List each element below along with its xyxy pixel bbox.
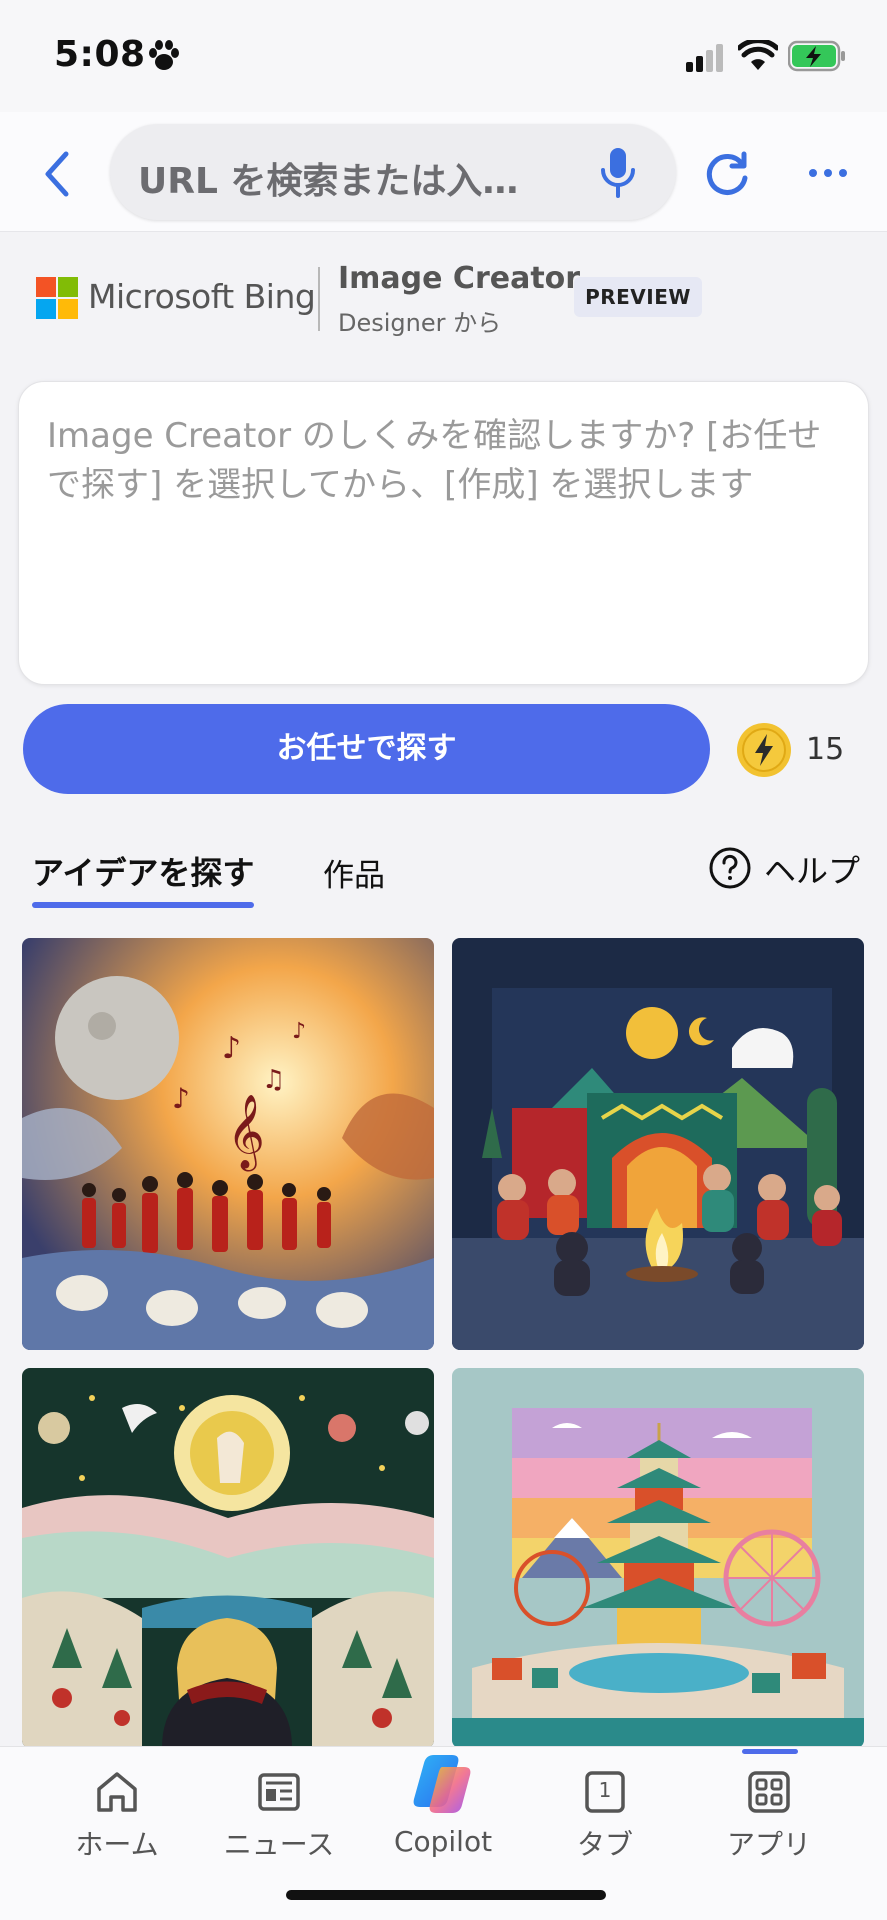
back-arrow-icon[interactable] — [40, 150, 74, 198]
prompt-input[interactable]: Image Creator のしくみを確認しますか? [お任せで探す] を選択し… — [18, 381, 869, 685]
gallery-tile-campfire[interactable] — [452, 938, 864, 1350]
tab-creations[interactable]: 作品 — [323, 850, 385, 895]
gallery-tile-concert[interactable]: ♪ ♫ ♪ 𝄞 ♪ — [22, 938, 434, 1350]
tab-explore-ideas[interactable]: アイデアを探す — [32, 848, 254, 894]
nav-copilot[interactable]: Copilot — [378, 1747, 508, 1858]
nav-home-label: ホーム — [75, 1828, 159, 1861]
nav-news[interactable]: ニュース — [214, 1769, 344, 1863]
nav-home[interactable]: ホーム — [52, 1769, 182, 1863]
help-label: ヘルプ — [764, 852, 861, 890]
nav-tabs-label: タブ — [576, 1828, 633, 1861]
more-options-icon[interactable] — [806, 166, 850, 180]
home-indicator — [286, 1890, 606, 1900]
address-bar[interactable]: URL を検索または入… — [110, 124, 676, 220]
status-bar: 5:08 — [0, 0, 887, 112]
felt-campfire-village-image — [452, 938, 864, 1350]
copilot-icon — [413, 1755, 471, 1813]
svg-text:♪: ♪ — [292, 1019, 306, 1044]
cellular-signal-icon — [686, 44, 723, 72]
preview-badge: PREVIEW — [574, 277, 702, 317]
app-subtitle: Designer から — [338, 309, 502, 337]
nav-news-label: ニュース — [223, 1828, 335, 1861]
microsoft-logo-icon — [36, 277, 78, 319]
gallery-tile-night-sky[interactable] — [22, 1368, 434, 1748]
nav-apps-label: アプリ — [726, 1828, 811, 1861]
status-time: 5:08 — [54, 34, 146, 75]
svg-text:♪: ♪ — [172, 1082, 190, 1115]
header-divider — [318, 267, 320, 331]
nav-apps[interactable]: アプリ — [704, 1769, 834, 1863]
boost-coin-icon — [737, 723, 791, 777]
apps-active-indicator — [742, 1749, 798, 1754]
nav-tabs[interactable]: 1 タブ — [540, 1769, 670, 1863]
svg-text:♫: ♫ — [262, 1065, 285, 1095]
app-title: Image Creator — [338, 261, 581, 296]
help-circle-icon — [709, 847, 751, 889]
battery-charging-icon — [788, 40, 845, 72]
apps-grid-icon — [748, 1771, 790, 1813]
paw-icon — [149, 40, 179, 70]
prompt-placeholder: Image Creator のしくみを確認しますか? [お任せで探す] を選択し… — [47, 416, 822, 505]
paper-pagoda-amusement-park-image — [452, 1368, 864, 1748]
address-bar-placeholder: URL を検索または入… — [138, 161, 519, 202]
brand-name[interactable]: Microsoft Bing — [88, 277, 316, 316]
boost-count: 15 — [806, 732, 845, 767]
tabs-icon: 1 — [582, 1769, 628, 1815]
active-tab-indicator — [32, 902, 254, 908]
gallery-tile-pagoda[interactable] — [452, 1368, 864, 1748]
svg-text:♪: ♪ — [222, 1031, 241, 1066]
refresh-icon[interactable] — [702, 150, 752, 200]
svg-text:𝄞: 𝄞 — [227, 1095, 265, 1172]
wifi-icon — [738, 40, 778, 70]
home-icon — [97, 1772, 137, 1812]
image-creator-header: Microsoft Bing Image Creator Designer から… — [0, 233, 887, 363]
concert-under-moon-image: ♪ ♫ ♪ 𝄞 ♪ — [22, 938, 434, 1350]
nav-copilot-label: Copilot — [393, 1825, 493, 1858]
felt-night-sky-girl-image — [22, 1368, 434, 1748]
surprise-me-button[interactable]: お任せで探す — [23, 704, 710, 794]
tabs-count: 1 — [598, 1778, 612, 1802]
microphone-icon[interactable] — [598, 146, 638, 200]
news-icon — [258, 1773, 300, 1811]
browser-toolbar: URL を検索または入… — [0, 112, 887, 232]
